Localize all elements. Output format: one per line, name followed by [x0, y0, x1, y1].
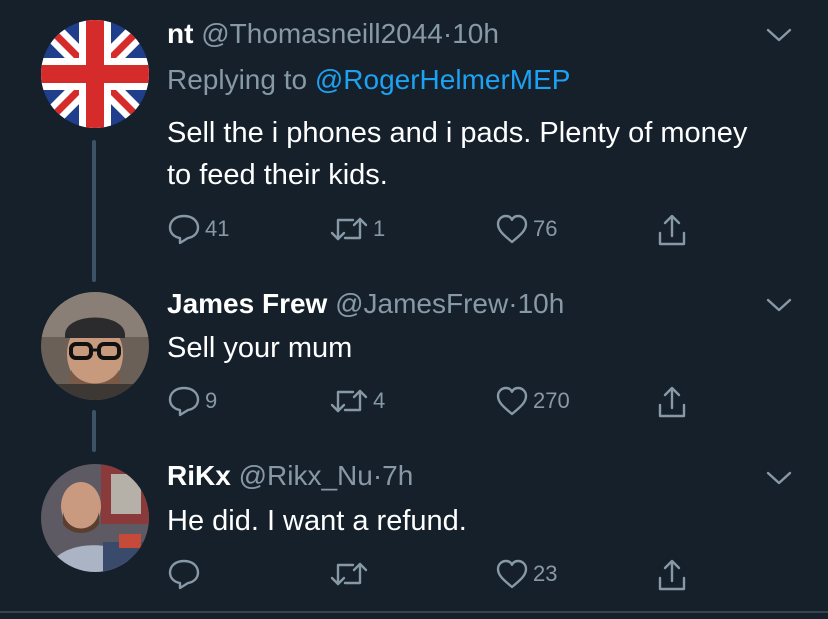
retweet-icon — [330, 217, 368, 241]
retweet-count: 4 — [373, 388, 386, 413]
reply-icon — [168, 559, 200, 590]
replying-to-label: Replying to — [167, 64, 315, 95]
replying-to: Replying to @RogerHelmerMEP — [167, 63, 570, 97]
like-count: 23 — [533, 561, 558, 586]
tweet-text: He did. I want a refund. — [167, 505, 467, 537]
chevron-down-icon[interactable] — [766, 470, 792, 486]
share-icon — [658, 386, 686, 418]
user-handle[interactable]: @Rikx_Nu — [239, 460, 373, 491]
tweet-header: RiKx @Rikx_Nu·7h — [167, 459, 413, 493]
tweet-text: Sell the i phones and i pads. Plenty of … — [167, 117, 748, 191]
reply-button[interactable]: 41 — [167, 213, 229, 245]
timestamp[interactable]: 7h — [382, 460, 413, 491]
tweet-3[interactable]: RiKx @Rikx_Nu·7h He did. I want a refund… — [0, 460, 828, 611]
tweet-actions: 41 1 76 — [167, 213, 727, 253]
retweet-button[interactable] — [329, 558, 373, 590]
display-name[interactable]: James Frew — [167, 288, 327, 319]
like-button[interactable]: 270 — [495, 385, 570, 417]
retweet-button[interactable]: 4 — [329, 385, 385, 417]
separator-dot: · — [508, 288, 518, 319]
union-jack-avatar — [41, 20, 149, 128]
heart-icon — [496, 214, 528, 244]
reply-icon — [168, 386, 200, 417]
thread-line — [92, 410, 96, 452]
like-count: 270 — [533, 388, 570, 413]
share-button[interactable] — [655, 558, 689, 592]
separator-dot: · — [372, 460, 383, 491]
thread-line — [92, 140, 96, 282]
display-name[interactable]: nt — [167, 18, 193, 49]
tweet-1[interactable]: nt @Thomasneill2044·10h Replying to @Rog… — [0, 0, 828, 290]
timestamp[interactable]: 10h — [452, 18, 499, 49]
tweet-actions: 23 — [167, 558, 727, 598]
chevron-down-icon[interactable] — [766, 297, 792, 313]
heart-icon — [496, 559, 528, 589]
share-button[interactable] — [655, 213, 689, 247]
reply-mention-link[interactable]: @RogerHelmerMEP — [315, 64, 571, 95]
avatar[interactable] — [41, 20, 149, 128]
reply-button[interactable] — [167, 558, 205, 590]
chevron-down-icon[interactable] — [766, 27, 792, 43]
heart-icon — [496, 386, 528, 416]
separator-dot: · — [442, 18, 453, 49]
tweet-actions: 9 4 270 — [167, 385, 727, 425]
retweet-icon — [330, 562, 368, 586]
tweet-header: nt @Thomasneill2044·10h — [167, 17, 499, 51]
share-icon — [658, 559, 686, 591]
like-button[interactable]: 23 — [495, 558, 557, 590]
retweet-count: 1 — [373, 216, 386, 241]
tweet-2[interactable]: James Frew @JamesFrew·10h Sell your mum … — [0, 287, 828, 460]
retweet-button[interactable]: 1 — [329, 213, 385, 245]
avatar[interactable] — [41, 292, 149, 400]
reply-count: 41 — [205, 216, 230, 241]
like-button[interactable]: 76 — [495, 213, 557, 245]
reply-count: 9 — [205, 388, 218, 413]
divider — [0, 611, 828, 613]
bearded-man-avatar — [41, 464, 149, 572]
tweet-header: James Frew @JamesFrew·10h — [167, 287, 564, 321]
retweet-icon — [330, 389, 368, 413]
reply-button[interactable]: 9 — [167, 385, 217, 417]
like-count: 76 — [533, 216, 558, 241]
timestamp[interactable]: 10h — [518, 288, 565, 319]
man-with-glasses-avatar — [41, 292, 149, 400]
display-name[interactable]: RiKx — [167, 460, 231, 491]
tweet-text: Sell your mum — [167, 332, 353, 364]
avatar[interactable] — [41, 464, 149, 572]
share-button[interactable] — [655, 385, 689, 419]
user-handle[interactable]: @Thomasneill2044 — [201, 18, 443, 49]
reply-icon — [168, 214, 200, 245]
share-icon — [658, 214, 686, 246]
user-handle[interactable]: @JamesFrew — [335, 288, 508, 319]
